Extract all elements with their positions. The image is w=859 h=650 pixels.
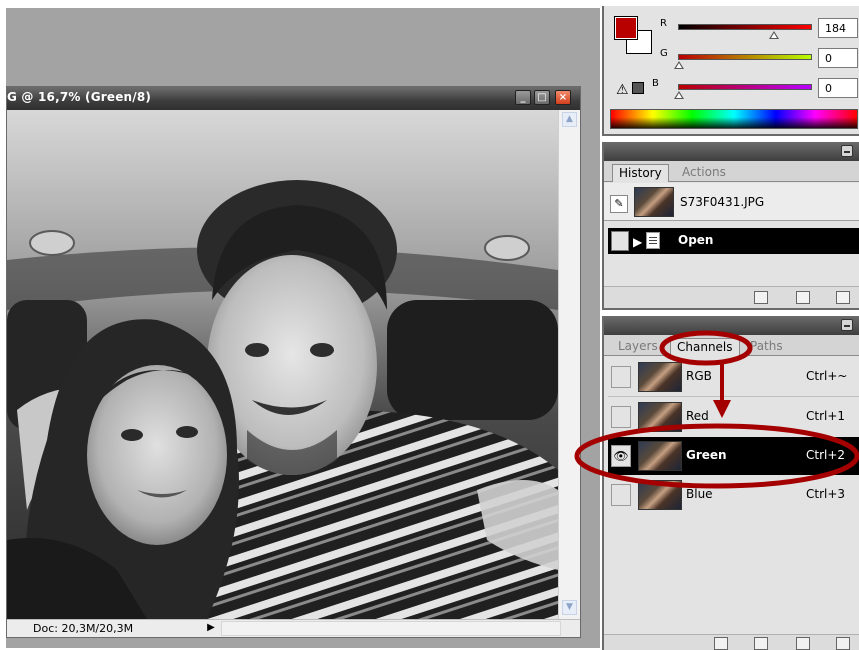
channel-thumbnail: [638, 480, 682, 510]
document-title: G @ 16,7% (Green/8): [7, 90, 152, 104]
trash-icon[interactable]: [836, 291, 850, 304]
maximize-button[interactable]: □: [534, 90, 550, 105]
document-titlebar[interactable]: G @ 16,7% (Green/8) _ □ ×: [7, 87, 580, 110]
channels-panel-footer: [604, 634, 859, 650]
channel-thumbnail: [638, 362, 682, 392]
red-value-field[interactable]: 184: [818, 18, 858, 38]
blue-slider-thumb[interactable]: [674, 91, 684, 99]
trash-icon[interactable]: [836, 637, 850, 650]
new-channel-icon[interactable]: [796, 637, 810, 650]
create-snapshot-icon[interactable]: [796, 291, 810, 304]
channel-shortcut: Ctrl+2: [806, 448, 846, 462]
minimize-button[interactable]: _: [515, 90, 531, 105]
channel-row-blue[interactable]: Blue Ctrl+3: [608, 476, 859, 514]
visibility-toggle[interactable]: [611, 484, 631, 506]
red-slider-thumb[interactable]: [769, 31, 779, 39]
document-size-info: Doc: 20,3M/20,3M: [33, 622, 134, 635]
new-document-from-state-icon[interactable]: [754, 291, 768, 304]
scroll-down-arrow-icon[interactable]: ▼: [562, 600, 577, 615]
document-window: G @ 16,7% (Green/8) _ □ × ▲ ▼ Doc: 20,3M…: [6, 86, 581, 638]
visibility-toggle[interactable]: [611, 406, 631, 428]
green-channel-letter: G: [660, 48, 668, 59]
snapshot-thumbnail: [634, 187, 674, 217]
blue-slider[interactable]: [678, 84, 812, 90]
history-tab-row: History Actions: [604, 161, 859, 182]
color-spectrum-bar[interactable]: [610, 109, 858, 129]
status-menu-arrow-icon[interactable]: ▶: [204, 622, 218, 636]
history-panel-titlebar[interactable]: [604, 142, 859, 161]
scroll-up-arrow-icon[interactable]: ▲: [562, 112, 577, 127]
horizontal-scrollbar[interactable]: [221, 621, 561, 636]
channel-thumbnail: [638, 441, 682, 471]
document-status-bar: Doc: 20,3M/20,3M ▶: [7, 619, 580, 637]
channels-panel: Layers Channels Paths RGB Ctrl+~ Red Ctr…: [602, 316, 859, 650]
channel-shortcut: Ctrl+3: [806, 487, 846, 501]
snapshot-name: S73F0431.JPG: [680, 195, 765, 209]
channel-row-rgb[interactable]: RGB Ctrl+~: [608, 358, 859, 396]
tab-actions[interactable]: Actions: [676, 164, 732, 182]
color-panel: R 184 G 0 ⚠ B 0: [602, 6, 859, 136]
row-divider: [608, 396, 859, 397]
green-value-field[interactable]: 0: [818, 48, 858, 68]
history-brush-checkbox[interactable]: [611, 231, 629, 251]
history-snapshot-row[interactable]: ✎ S73F0431.JPG: [604, 183, 859, 221]
vertical-scrollbar[interactable]: ▲ ▼: [558, 110, 580, 619]
tab-history[interactable]: History: [612, 164, 669, 182]
visibility-toggle[interactable]: [611, 366, 631, 388]
layers-tab-row: Layers Channels Paths: [604, 335, 859, 356]
red-slider[interactable]: [678, 24, 812, 30]
channel-shortcut: Ctrl+1: [806, 409, 846, 423]
tab-layers[interactable]: Layers: [612, 338, 664, 356]
document-icon: [646, 232, 660, 249]
channel-name: RGB: [686, 369, 712, 383]
gamut-color-swatch[interactable]: [632, 82, 644, 94]
history-step-open[interactable]: ▶ Open: [608, 228, 859, 254]
history-brush-source-icon[interactable]: ✎: [610, 195, 628, 213]
foreground-color-swatch[interactable]: [614, 16, 638, 40]
channel-name: Blue: [686, 487, 713, 501]
panel-collapse-icon[interactable]: [841, 319, 853, 331]
save-selection-icon[interactable]: [754, 637, 768, 650]
channel-thumbnail: [638, 402, 682, 432]
tab-channels[interactable]: Channels: [670, 338, 740, 356]
blue-value-field[interactable]: 0: [818, 78, 858, 98]
blue-channel-letter: B: [652, 78, 659, 89]
image-canvas[interactable]: [7, 110, 558, 619]
close-button[interactable]: ×: [555, 90, 571, 105]
channels-panel-titlebar[interactable]: [604, 316, 859, 335]
panel-collapse-icon[interactable]: [841, 145, 853, 157]
history-panel-footer: [604, 286, 859, 308]
green-slider-thumb[interactable]: [674, 61, 684, 69]
history-step-label: Open: [678, 233, 714, 247]
load-selection-icon[interactable]: [714, 637, 728, 650]
tab-paths[interactable]: Paths: [744, 338, 789, 356]
green-slider[interactable]: [678, 54, 812, 60]
channel-row-red[interactable]: Red Ctrl+1: [608, 398, 859, 436]
eye-icon[interactable]: 👁: [611, 445, 631, 467]
channel-name: Green: [686, 448, 727, 462]
red-channel-letter: R: [660, 18, 667, 29]
channel-name: Red: [686, 409, 709, 423]
gamut-warning-icon[interactable]: ⚠: [616, 82, 629, 98]
history-panel: History Actions ✎ S73F0431.JPG ▶ Open: [602, 142, 859, 310]
channel-row-green[interactable]: 👁 Green Ctrl+2: [608, 437, 859, 475]
history-state-marker-icon[interactable]: ▶: [633, 235, 642, 249]
photo-grayscale: [7, 110, 558, 619]
channel-shortcut: Ctrl+~: [806, 369, 848, 383]
